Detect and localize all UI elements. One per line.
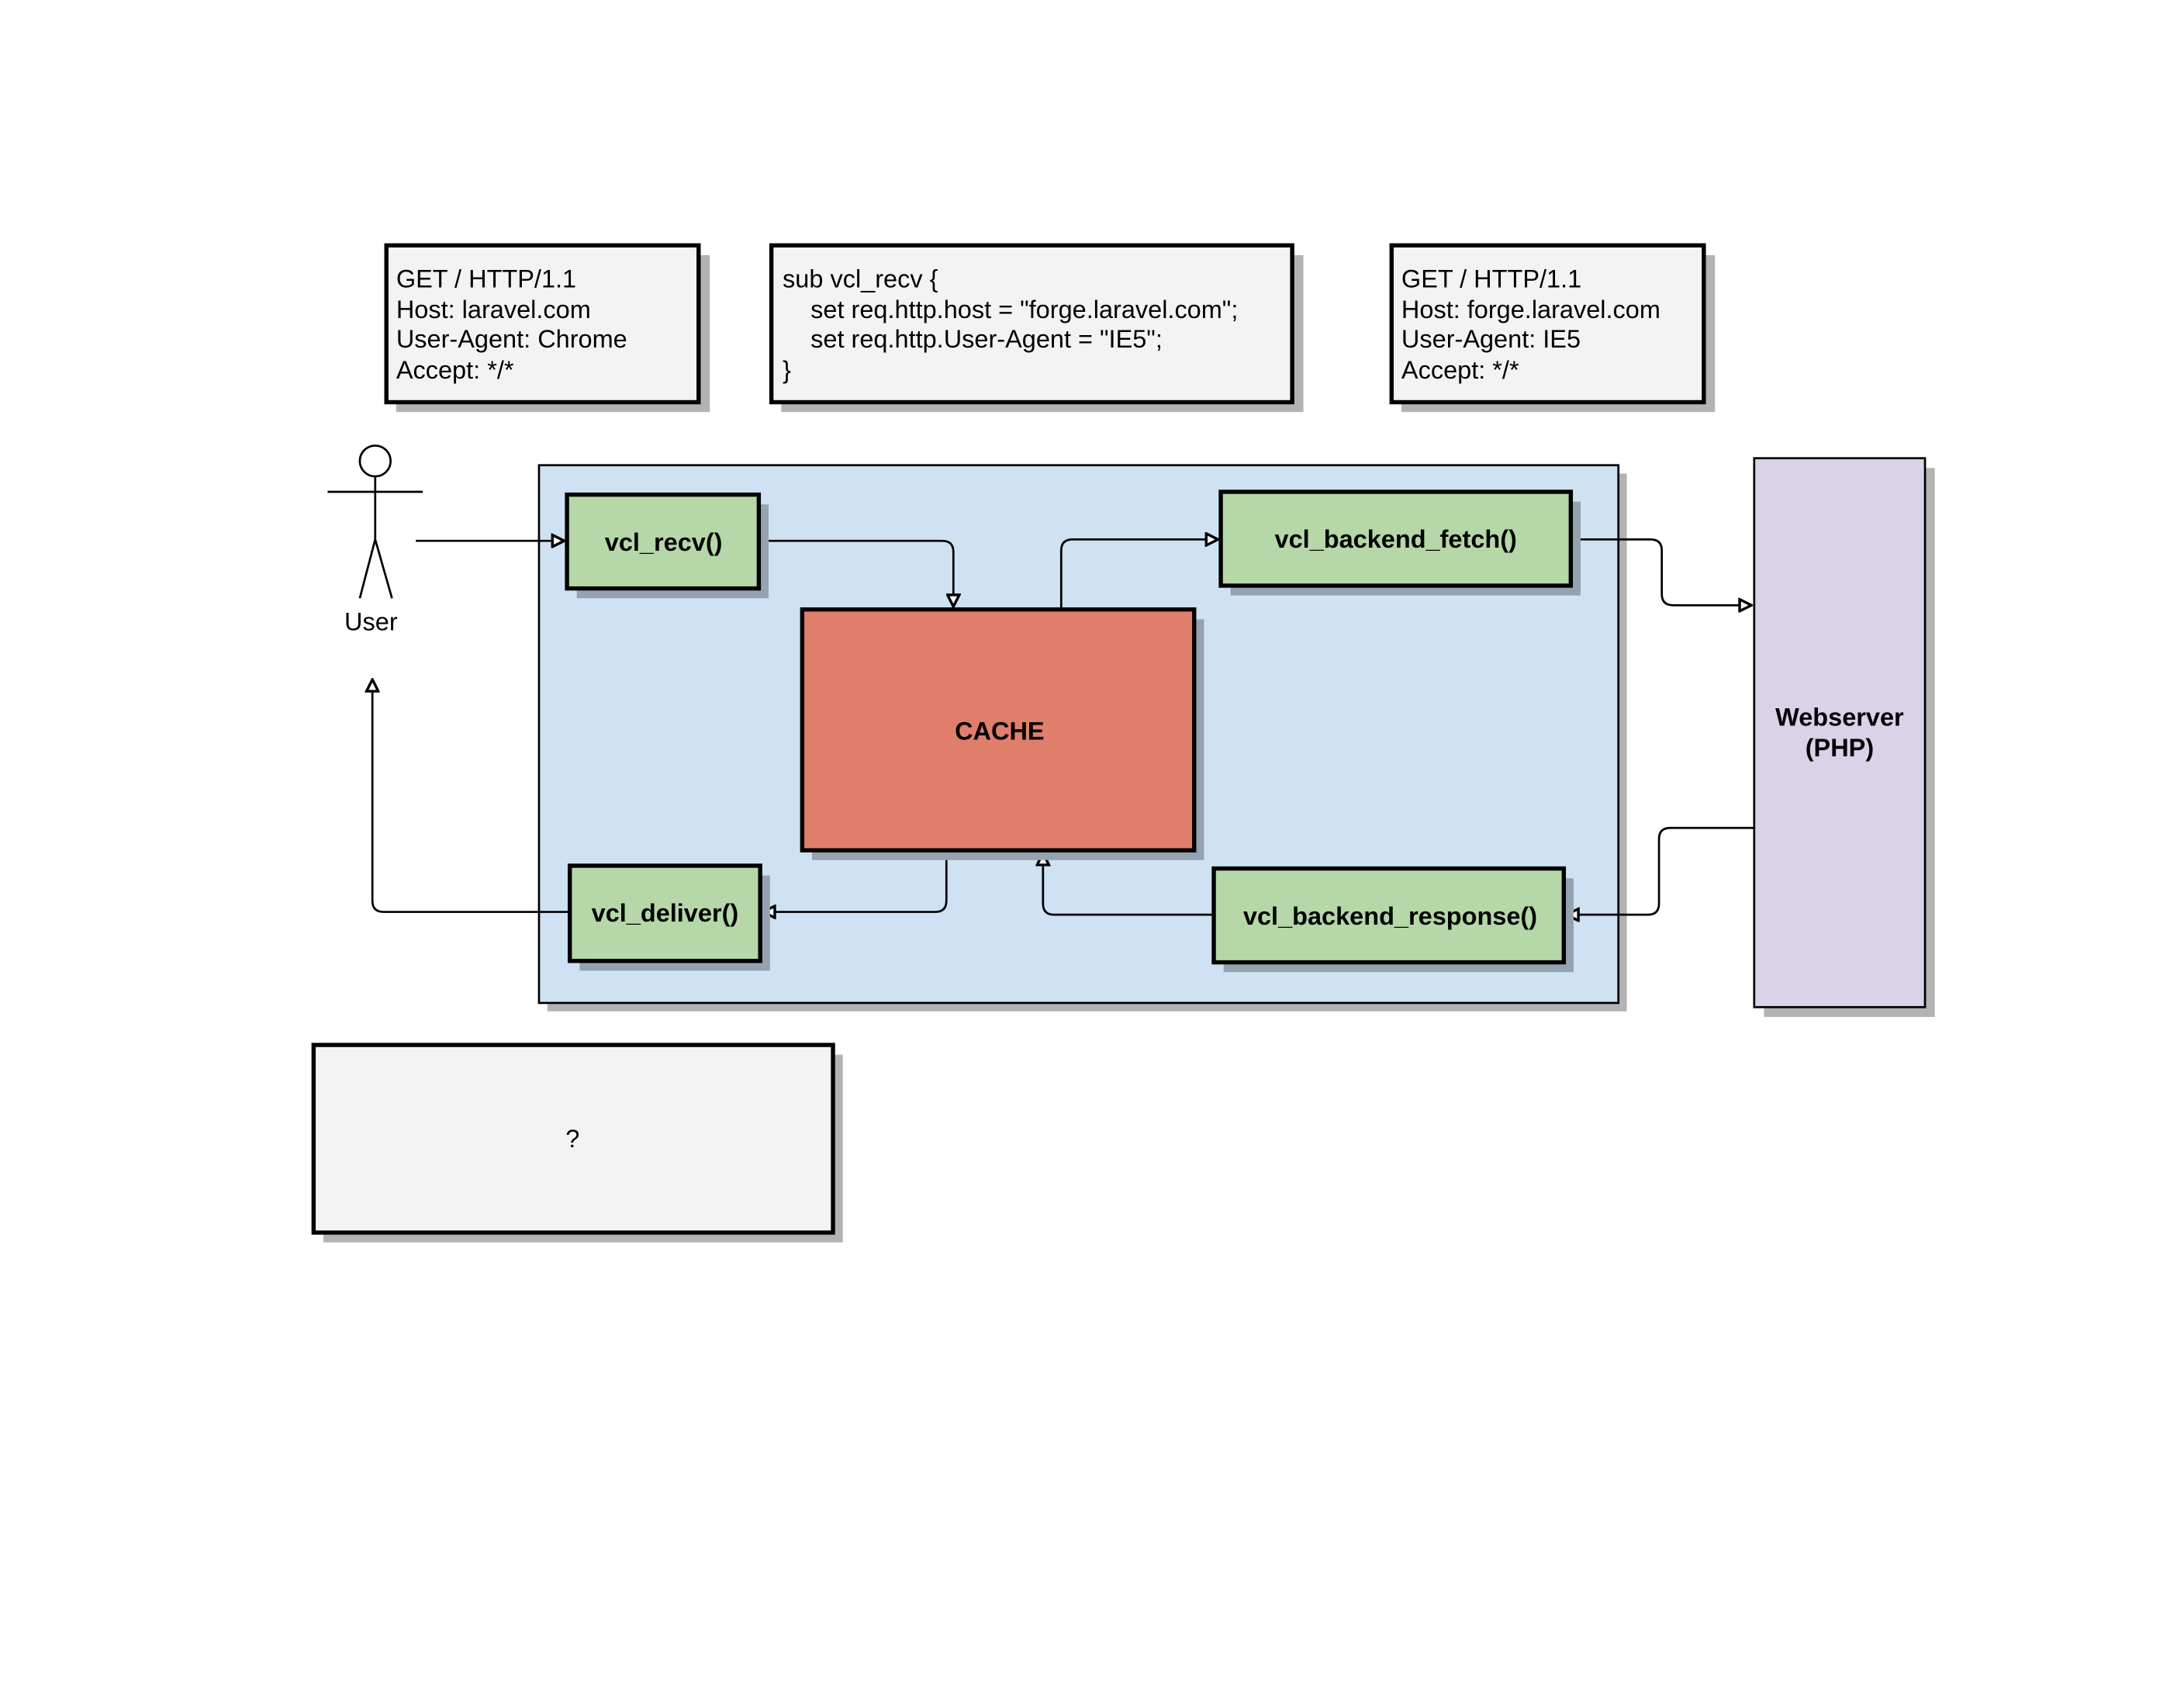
code-line: set req.http.host = "forge.laravel.com"; (783, 296, 1238, 323)
note-line: GET / HTTP/1.1 (396, 265, 576, 292)
cache-label: CACHE (955, 718, 1045, 745)
vcl-backend-response-label: vcl_backend_response() (1243, 902, 1537, 930)
user-label: User (344, 608, 398, 636)
webserver-label: Webserver (1775, 703, 1904, 731)
node-vcl-recv: vcl_recv() (565, 492, 769, 599)
code-line: sub vcl_recv { (783, 265, 938, 292)
node-vcl-deliver: vcl_deliver() (567, 863, 770, 971)
note-line: Host: laravel.com (396, 296, 591, 323)
unknown-label: ? (565, 1125, 579, 1153)
note-line: Accept: */* (396, 356, 514, 384)
note-unknown: ? (311, 1043, 843, 1243)
vcl-recv-label: vcl_recv() (605, 528, 723, 556)
vcl-deliver-label: vcl_deliver() (592, 899, 739, 927)
node-vcl-backend-response: vcl_backend_response() (1211, 866, 1574, 973)
varnish-flow-diagram: GET / HTTP/1.1 Host: laravel.com User-Ag… (311, 243, 1935, 1243)
note-line: GET / HTTP/1.1 (1401, 265, 1581, 292)
note-line: Accept: */* (1401, 356, 1519, 384)
vcl-backend-fetch-label: vcl_backend_fetch() (1275, 525, 1517, 553)
note-request-out: GET / HTTP/1.1 Host: forge.laravel.com U… (1389, 243, 1716, 413)
node-cache: CACHE (800, 607, 1204, 860)
node-vcl-backend-fetch: vcl_backend_fetch() (1218, 489, 1581, 596)
note-line: User-Agent: IE5 (1401, 325, 1581, 353)
user-actor-icon (327, 444, 423, 599)
note-line: User-Agent: Chrome (396, 325, 627, 353)
note-request-in: GET / HTTP/1.1 Host: laravel.com User-Ag… (384, 243, 710, 413)
code-line: set req.http.User-Agent = "IE5"; (783, 325, 1163, 353)
code-line: } (783, 356, 791, 384)
note-line: Host: forge.laravel.com (1401, 296, 1660, 323)
note-vcl-code: sub vcl_recv { set req.http.host = "forg… (769, 243, 1304, 413)
webserver-sublabel: (PHP) (1806, 734, 1874, 762)
webserver-node: Webserver (PHP) (1753, 457, 1935, 1017)
